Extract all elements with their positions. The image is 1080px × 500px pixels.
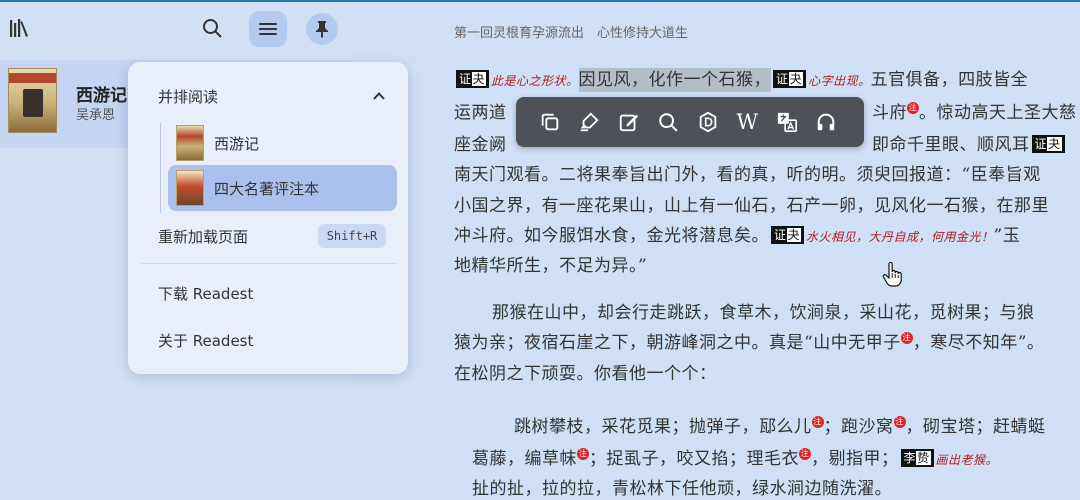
chapter-title: 第一回灵根育孕源流出 心性修持大道生 xyxy=(454,26,689,41)
note-marker[interactable]: 注 xyxy=(811,416,824,428)
copy-icon xyxy=(541,113,558,131)
commentator-tag: 证夬 xyxy=(773,70,807,88)
book-title: 西游记 xyxy=(76,86,127,106)
text-line[interactable]: 那猴在山中，却会行走跳跃，食草木，饮涧泉，采山花，觅树果；与狼 xyxy=(492,298,1035,323)
text-line[interactable]: 即命千里眼、顺风耳 证夬 xyxy=(872,130,1067,155)
note-marker[interactable]: 注 xyxy=(577,448,589,460)
parallel-book-item-active[interactable]: 四大名著评注本 xyxy=(168,165,397,211)
annotate-icon xyxy=(619,114,638,132)
tree-connector xyxy=(160,123,161,213)
pin-button[interactable] xyxy=(306,13,338,45)
verse-line[interactable]: 葛藤，编草帓注；捉虱子，咬又掐；理毛衣注，剔指甲； 李贽 画出老猴。 xyxy=(472,444,998,469)
parallel-book-item[interactable]: 西游记 xyxy=(168,120,397,166)
menu-icon xyxy=(259,23,277,35)
translate-button[interactable] xyxy=(767,102,807,142)
text-line[interactable]: 冲斗府。如今服饵水食，金光将潜息矣。 证夬 水火相见，大丹自成，何用金光！”玉 xyxy=(454,221,1020,246)
about-readest-item[interactable]: 关于 Readest xyxy=(128,320,408,360)
translate-icon xyxy=(777,112,797,132)
commentator-tag: 证夬 xyxy=(1031,135,1065,153)
search-text-button[interactable] xyxy=(649,102,689,142)
download-readest-item[interactable]: 下载 Readest xyxy=(128,273,408,313)
note-marker[interactable]: 注 xyxy=(799,448,811,460)
book-author: 吴承恩 xyxy=(76,108,116,123)
search-icon xyxy=(203,19,222,38)
commentator-tag: 证夬 xyxy=(771,226,805,244)
sidebar-header xyxy=(0,2,352,54)
library-icon xyxy=(10,19,28,37)
text-line[interactable]: 斗府注。惊动高天上圣大慈 xyxy=(872,98,1077,123)
note-marker[interactable]: 注 xyxy=(900,332,913,344)
wikipedia-icon: W xyxy=(736,110,759,134)
menu-divider xyxy=(141,263,397,264)
speak-icon xyxy=(817,113,835,131)
book-cover xyxy=(8,68,57,133)
note-marker[interactable]: 注 xyxy=(907,102,919,114)
annotate-button[interactable] xyxy=(609,102,649,142)
selected-text[interactable]: 因见风，化作一个石猴， xyxy=(578,68,772,92)
text-line[interactable]: 小国之界，有一座花果山，山上有一仙石，石产一卵，见风化一石猴，在那里 xyxy=(454,191,1049,216)
copy-button[interactable] xyxy=(530,102,570,142)
text-line[interactable]: 在松阴之下顽耍。你看他一个个： xyxy=(454,359,717,384)
selection-toolbar: W xyxy=(516,97,864,147)
book-thumbnail xyxy=(176,170,204,206)
dictionary-button[interactable] xyxy=(688,102,728,142)
dictionary-icon xyxy=(699,111,716,133)
chevron-up-icon xyxy=(373,92,385,100)
search-button[interactable] xyxy=(196,12,228,44)
text-line[interactable]: 猿为亲；夜宿石崖之下，朝游峰洞之中。真是“山中无甲子注，寒尽不知年”。 xyxy=(454,328,1044,353)
wikipedia-button[interactable]: W xyxy=(728,102,768,142)
text-line[interactable]: 座金阙 xyxy=(454,130,507,155)
reload-shortcut-badge: Shift+R xyxy=(318,224,386,248)
hand-cursor-icon xyxy=(882,262,902,287)
highlight-icon xyxy=(581,112,599,132)
pin-icon xyxy=(316,21,328,38)
text-line[interactable]: 南天门观看。二将果奉旨出门外，看的真，听的明。须臾回报道：“臣奉旨观 xyxy=(454,160,1041,185)
reader-view[interactable]: 第一回灵根育孕源流出 心性修持大道生 证夬 此是心之形状。因见风，化作一个石猴，证… xyxy=(352,2,1080,500)
commentator-tag: 证夬 xyxy=(456,70,490,88)
highlight-button[interactable] xyxy=(570,102,610,142)
text-line[interactable]: 运两道 xyxy=(454,98,507,123)
book-thumbnail xyxy=(176,125,204,161)
verse-line[interactable]: 跳树攀枝，采花觅果；抛弹子，邷么儿注；跑沙窝注，砌宝塔；赶蜻蜓 xyxy=(514,412,1046,437)
commentator-tag: 李贽 xyxy=(900,449,934,467)
verse-line[interactable]: 扯的扯，拉的拉，青松林下任他顽，绿水涧边随洗濯。 xyxy=(472,474,892,499)
text-line[interactable]: 证夬 此是心之形状。因见风，化作一个石猴， 证夬 心字出现。五官俱备，四肢皆全 xyxy=(454,65,1028,92)
speak-button[interactable] xyxy=(807,102,847,142)
library-button[interactable] xyxy=(6,14,34,42)
parallel-read-header[interactable]: 并排阅读 xyxy=(128,76,408,116)
menu-button[interactable] xyxy=(249,11,287,47)
note-marker[interactable]: 注 xyxy=(893,416,906,428)
text-line[interactable]: 地精华所生，不足为异。” xyxy=(454,251,647,276)
search-icon xyxy=(659,113,678,132)
